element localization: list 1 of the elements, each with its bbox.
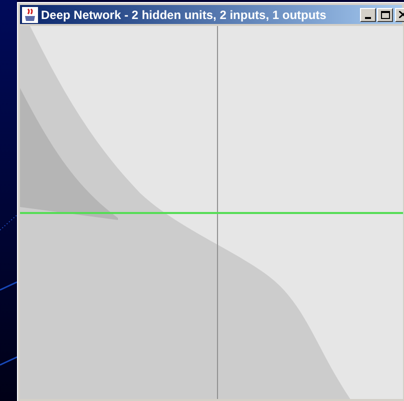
window-title: Deep Network - 2 hidden units, 2 inputs, 1 outputs <box>41 6 328 24</box>
